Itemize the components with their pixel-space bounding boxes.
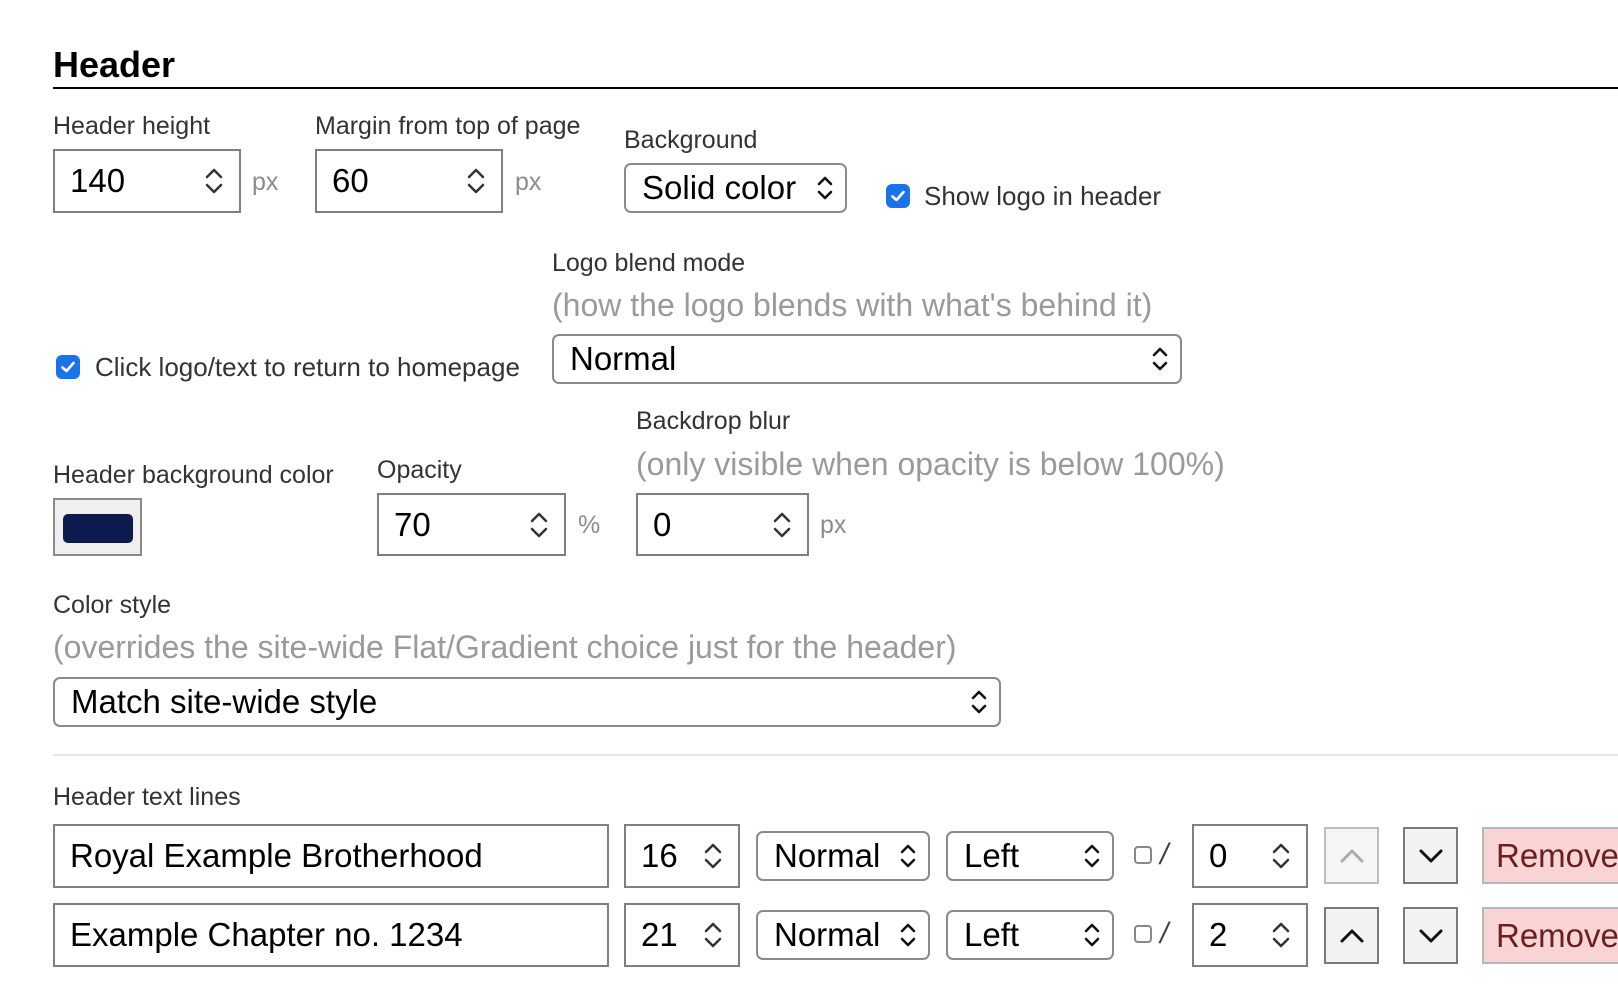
opacity-input[interactable]: 70 [377, 493, 566, 556]
logo-blend-select[interactable]: Normal [552, 334, 1182, 384]
header-height-unit: px [252, 168, 279, 196]
margin-top-unit: px [515, 168, 542, 196]
background-selected: Solid color [642, 169, 797, 206]
color-style-hint: (overrides the site-wide Flat/Gradient c… [53, 629, 957, 665]
header-height-label: Header height [53, 112, 211, 140]
select-arrows-icon [1084, 844, 1100, 868]
show-logo-label: Show logo in header [924, 181, 1162, 211]
header-bg-color-label: Header background color [53, 461, 334, 489]
text-align-selected: Left [964, 916, 1020, 953]
header-height-value: 140 [70, 162, 126, 199]
font-size-input[interactable]: 21 [624, 903, 740, 967]
chevron-down-icon [1419, 849, 1442, 862]
spinner-icon[interactable] [702, 837, 724, 875]
text-line-input[interactable]: Example Chapter no. 1234 [53, 903, 609, 967]
italic-slash: / [1160, 917, 1169, 950]
select-arrows-icon [1152, 347, 1168, 371]
opacity-label: Opacity [377, 456, 462, 484]
text-align-selected: Left [964, 837, 1020, 874]
text-line-input[interactable]: Royal Example Brotherhood [53, 824, 609, 888]
spinner-icon[interactable] [203, 162, 225, 200]
logo-blend-hint: (how the logo blends with what's behind … [552, 287, 1153, 323]
margin-top-input[interactable]: 60 [315, 149, 503, 213]
logo-blend-label: Logo blend mode [552, 249, 746, 277]
header-height-input[interactable]: 140 [53, 149, 241, 213]
spinner-icon[interactable] [702, 916, 724, 954]
background-label: Background [624, 126, 758, 154]
logo-blend-selected: Normal [570, 340, 677, 377]
font-weight-selected: Normal [774, 837, 881, 874]
move-down-button[interactable] [1403, 827, 1458, 884]
header-bg-color-picker[interactable] [53, 498, 142, 556]
font-weight-select[interactable]: Normal [756, 831, 930, 881]
move-up-button[interactable] [1324, 827, 1379, 884]
select-arrows-icon [971, 690, 987, 714]
select-arrows-icon [900, 923, 916, 947]
italic-checkbox[interactable] [1134, 846, 1152, 864]
select-arrows-icon [900, 844, 916, 868]
check-icon [891, 190, 905, 202]
remove-label: Remove [1496, 836, 1618, 874]
chevron-up-icon [1340, 929, 1363, 942]
remove-line-button[interactable]: Remove [1482, 827, 1618, 884]
letter-spacing-input[interactable]: 2 [1192, 903, 1308, 967]
click-logo-label: Click logo/text to return to homepage [95, 352, 520, 382]
backdrop-blur-input[interactable]: 0 [636, 493, 809, 556]
color-swatch [63, 514, 133, 543]
chevron-down-icon [1419, 929, 1442, 942]
click-logo-checkbox[interactable] [56, 355, 80, 379]
chevron-up-icon [1340, 849, 1363, 862]
spinner-icon[interactable] [1270, 916, 1292, 954]
font-weight-select[interactable]: Normal [756, 910, 930, 960]
font-size-value: 16 [641, 837, 678, 874]
letter-spacing-value: 2 [1209, 916, 1228, 953]
text-line-value: Example Chapter no. 1234 [70, 916, 463, 953]
italic-toggle[interactable]: / [1134, 917, 1168, 951]
spinner-icon[interactable] [771, 506, 793, 544]
margin-top-value: 60 [332, 162, 369, 199]
section-divider [53, 87, 1618, 89]
remove-label: Remove [1496, 916, 1618, 954]
text-line-value: Royal Example Brotherhood [70, 837, 483, 874]
text-align-select[interactable]: Left [946, 910, 1114, 960]
italic-slash: / [1160, 838, 1169, 871]
check-icon [61, 361, 75, 373]
color-style-selected: Match site-wide style [71, 683, 378, 720]
font-size-input[interactable]: 16 [624, 824, 740, 888]
spinner-icon[interactable] [465, 162, 487, 200]
remove-line-button[interactable]: Remove [1482, 907, 1618, 964]
letter-spacing-input[interactable]: 0 [1192, 824, 1308, 888]
section-title: Header [53, 44, 176, 85]
backdrop-blur-value: 0 [653, 505, 672, 543]
backdrop-blur-unit: px [820, 511, 847, 539]
italic-toggle[interactable]: / [1134, 838, 1168, 872]
font-size-value: 21 [641, 916, 678, 953]
letter-spacing-value: 0 [1209, 837, 1228, 874]
select-arrows-icon [817, 176, 833, 200]
color-style-select[interactable]: Match site-wide style [53, 677, 1001, 727]
background-select[interactable]: Solid color [624, 163, 847, 213]
opacity-unit: % [578, 511, 601, 539]
header-text-lines-label: Header text lines [53, 783, 241, 811]
move-down-button[interactable] [1403, 907, 1458, 964]
text-align-select[interactable]: Left [946, 831, 1114, 881]
italic-checkbox[interactable] [1134, 925, 1152, 943]
spinner-icon[interactable] [528, 506, 550, 544]
show-logo-checkbox[interactable] [886, 184, 910, 208]
font-weight-selected: Normal [774, 916, 881, 953]
opacity-value: 70 [394, 505, 431, 543]
margin-top-label: Margin from top of page [315, 112, 581, 140]
section-separator [53, 754, 1618, 756]
move-up-button[interactable] [1324, 907, 1379, 964]
spinner-icon[interactable] [1270, 837, 1292, 875]
backdrop-blur-label: Backdrop blur [636, 407, 791, 435]
color-style-label: Color style [53, 591, 172, 619]
backdrop-blur-hint: (only visible when opacity is below 100%… [636, 446, 1225, 482]
select-arrows-icon [1084, 923, 1100, 947]
